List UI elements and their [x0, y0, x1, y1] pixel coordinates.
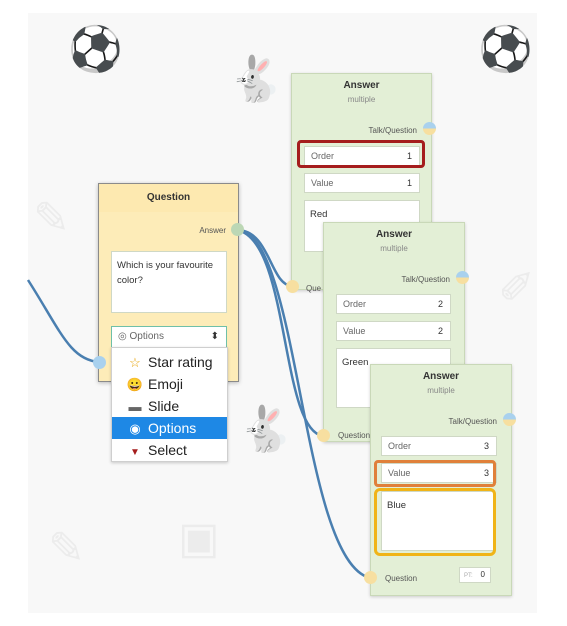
node-subtitle: multiple: [380, 244, 408, 253]
value-field[interactable]: Value 2: [336, 321, 451, 341]
answer-port[interactable]: [231, 223, 244, 236]
talk-port-2[interactable]: [456, 271, 469, 284]
option-options[interactable]: ◉ Options: [112, 417, 227, 439]
option-select[interactable]: ▼ Select: [112, 439, 227, 461]
talk-port-label: Talk/Question: [448, 417, 497, 426]
question-port-2[interactable]: [317, 429, 330, 442]
question-port-1[interactable]: [286, 280, 299, 293]
node-title: Answer: [343, 80, 380, 91]
talk-port-label: Talk/Question: [368, 126, 417, 135]
option-slide[interactable]: ▬ Slide: [112, 395, 227, 417]
order-field[interactable]: Order 3: [381, 436, 497, 456]
question-port-label: Question: [338, 431, 371, 440]
star-icon: ☆: [129, 355, 141, 370]
question-text[interactable]: Which is your favourite color?: [111, 251, 227, 313]
node-subtitle: multiple: [427, 386, 455, 395]
node-title: Answer: [422, 371, 460, 382]
text-highlight: [374, 488, 496, 556]
order-field[interactable]: Order 2: [336, 294, 451, 314]
talk-port-label: Talk/Question: [401, 275, 450, 284]
question-port-label: Question: [385, 574, 418, 583]
value-highlight: [374, 460, 496, 487]
input-port[interactable]: [93, 356, 106, 369]
node-subtitle: multiple: [347, 95, 376, 104]
node-title: Question: [99, 184, 238, 212]
radio-icon: ◉: [129, 421, 141, 436]
option-star-rating[interactable]: ☆ Star rating: [112, 351, 227, 373]
question-type-dropdown[interactable]: ☆ Star rating 😀 Emoji ▬ Slide ◉ Options ▼ Sel…: [111, 347, 228, 462]
incoming-wire: [26, 279, 100, 364]
question-port-3[interactable]: [364, 571, 377, 584]
select-caret-icon: ⬍: [210, 331, 219, 342]
answer-port-label: Answer: [199, 226, 226, 235]
emoji-icon: 😀: [126, 377, 144, 392]
question-type-select[interactable]: ◎ Options ⬍: [111, 326, 227, 348]
option-emoji[interactable]: 😀 Emoji: [112, 373, 227, 395]
caret-down-icon: ▼: [130, 447, 140, 458]
value-field[interactable]: Value 1: [304, 173, 420, 193]
pt-field[interactable]: PT: 0: [459, 567, 491, 583]
question-port-label: Que: [306, 284, 322, 293]
talk-port-3[interactable]: [503, 413, 516, 426]
order-highlight: [297, 140, 425, 168]
node-title: Answer: [375, 229, 413, 240]
slide-icon: ▬: [128, 399, 142, 414]
radio-icon: ◎: [118, 331, 127, 342]
talk-port-1[interactable]: [423, 122, 436, 135]
